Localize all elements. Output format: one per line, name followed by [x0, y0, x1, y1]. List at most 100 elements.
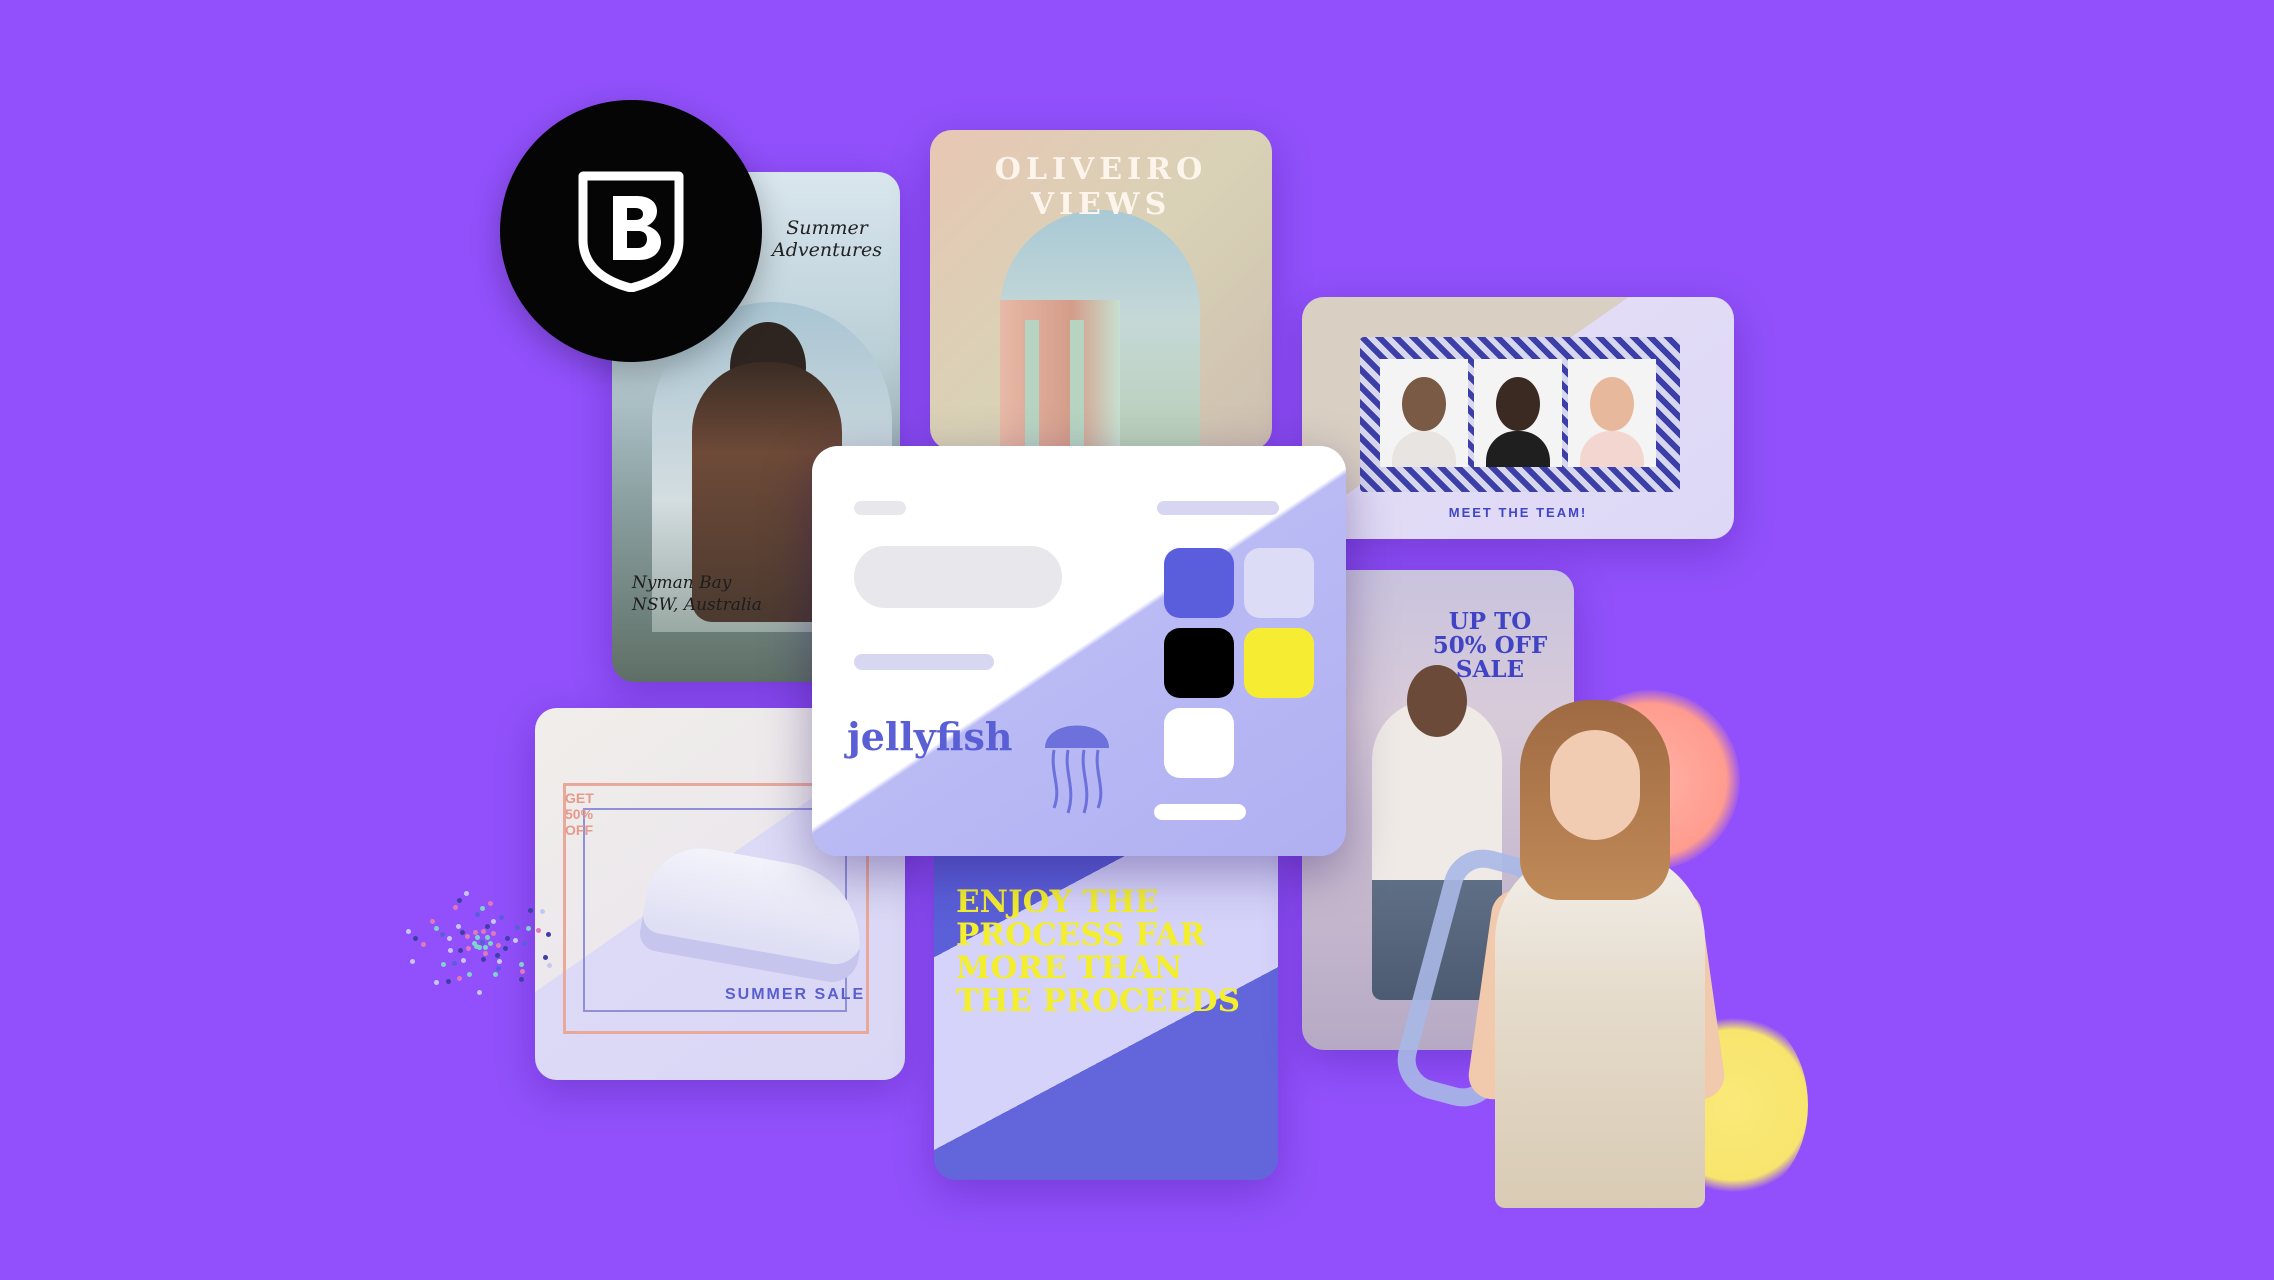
team-photo	[1568, 359, 1656, 467]
body	[1580, 431, 1644, 467]
confetti-dot	[487, 901, 493, 907]
confetti-dot	[477, 945, 483, 951]
pillar	[1070, 320, 1084, 450]
placeholder-bar	[1157, 501, 1279, 515]
confetti-dot	[527, 908, 533, 914]
confetti-dot	[446, 978, 452, 984]
oliveiro-title: OLIVEIRO VIEWS	[994, 152, 1208, 222]
confetti-dot	[496, 959, 502, 965]
fashion-promo: UP TO 50% OFF SALE	[1432, 608, 1548, 683]
meet-the-team-template-card[interactable]: MEET THE TEAM!	[1302, 297, 1734, 539]
jellyfish-icon	[1045, 725, 1109, 814]
confetti-dot	[472, 929, 478, 935]
confetti-dot	[485, 923, 491, 929]
color-swatch[interactable]	[1164, 628, 1234, 698]
confetti-dot	[410, 959, 416, 965]
confetti-dot	[457, 976, 463, 982]
confetti-dot	[513, 938, 519, 944]
brand-kit-palette-card[interactable]: jellyfish	[812, 446, 1346, 856]
confetti-dot	[536, 928, 542, 934]
color-swatch[interactable]	[1244, 628, 1314, 698]
confetti-dot	[465, 934, 471, 940]
color-swatch[interactable]	[1244, 548, 1314, 618]
confetti-dot	[521, 941, 527, 947]
overalls-dress	[1495, 850, 1705, 1208]
team-photo	[1474, 359, 1562, 467]
confetti-dot	[452, 905, 458, 911]
body	[1486, 431, 1550, 467]
body	[1392, 431, 1456, 467]
confetti-dot	[496, 965, 502, 971]
placeholder-pill	[854, 546, 1062, 608]
confetti-dot	[480, 906, 485, 912]
confetti-dot	[476, 990, 482, 996]
confetti-dot	[519, 968, 525, 974]
face	[1590, 377, 1634, 431]
confetti-dot	[406, 929, 412, 935]
confetti-dot	[481, 928, 487, 934]
confetti-dot	[488, 940, 494, 946]
confetti-dot	[421, 941, 427, 947]
team-photo	[1380, 359, 1468, 467]
confetti-dot	[434, 925, 440, 931]
b-shield-logo-icon	[578, 171, 684, 292]
confetti-dot	[496, 942, 502, 948]
woman-cutout-photo	[1465, 700, 1730, 1208]
color-swatch[interactable]	[1164, 708, 1234, 778]
confetti-dot	[471, 940, 477, 946]
confetti-dot	[430, 918, 436, 924]
confetti-dot	[525, 925, 531, 931]
placeholder-bar	[1154, 804, 1246, 820]
pillar	[1025, 320, 1039, 450]
confetti-dot	[439, 931, 445, 937]
confetti-dot	[518, 961, 524, 967]
sale-label: SUMMER SALE	[725, 986, 866, 1003]
confetti-dot	[547, 963, 553, 969]
confetti-dot	[482, 951, 488, 957]
confetti-dot	[484, 935, 490, 941]
face	[1496, 377, 1540, 431]
confetti-dot	[482, 945, 488, 951]
confetti-dot	[543, 955, 549, 961]
confetti-dot	[515, 924, 521, 930]
confetti-dot	[495, 953, 501, 959]
confetti-dot	[451, 960, 457, 966]
confetti-dot	[457, 897, 463, 903]
confetti-dot	[474, 912, 480, 918]
oliveiro-views-template-card[interactable]: OLIVEIRO VIEWS	[930, 130, 1272, 450]
quote-template-card[interactable]: ENJOY THE PROCESS FAR MORE THAN THE PROC…	[934, 856, 1278, 1180]
confetti-dot	[433, 979, 439, 985]
sale-promo: GET 50% OFF	[565, 790, 594, 838]
quote-text: ENJOY THE PROCESS FAR MORE THAN THE PROC…	[956, 884, 1241, 1019]
confetti-dot	[460, 929, 465, 935]
brand-logo-badge	[500, 100, 762, 362]
confetti-dot	[490, 931, 496, 937]
confetti-dot	[499, 915, 505, 921]
confetti-dots	[395, 875, 565, 1005]
confetti-dot	[457, 947, 463, 953]
confetti-dot	[539, 909, 545, 915]
confetti-dot	[493, 972, 499, 978]
confetti-dot	[480, 940, 485, 945]
confetti-dot	[475, 935, 481, 941]
face	[1402, 377, 1446, 431]
confetti-dot	[491, 918, 497, 924]
confetti-dot	[460, 958, 466, 964]
brand-name: jellyfish	[847, 714, 1013, 759]
placeholder-bar	[854, 501, 906, 515]
beach-card-location: Nyman Bay NSW, Australia	[632, 573, 762, 615]
placeholder-bar	[854, 654, 994, 670]
face	[1550, 730, 1640, 840]
confetti-dot	[448, 947, 454, 953]
confetti-dot	[446, 936, 452, 942]
confetti-dot	[481, 956, 487, 962]
confetti-dot	[441, 961, 447, 967]
confetti-dot	[456, 924, 462, 930]
color-swatch[interactable]	[1164, 548, 1234, 618]
confetti-dot	[518, 976, 524, 982]
confetti-dot	[466, 946, 472, 952]
building-photo	[1000, 300, 1120, 450]
confetti-dot	[504, 936, 510, 942]
confetti-dot	[546, 932, 552, 938]
team-caption: MEET THE TEAM!	[1448, 505, 1588, 520]
